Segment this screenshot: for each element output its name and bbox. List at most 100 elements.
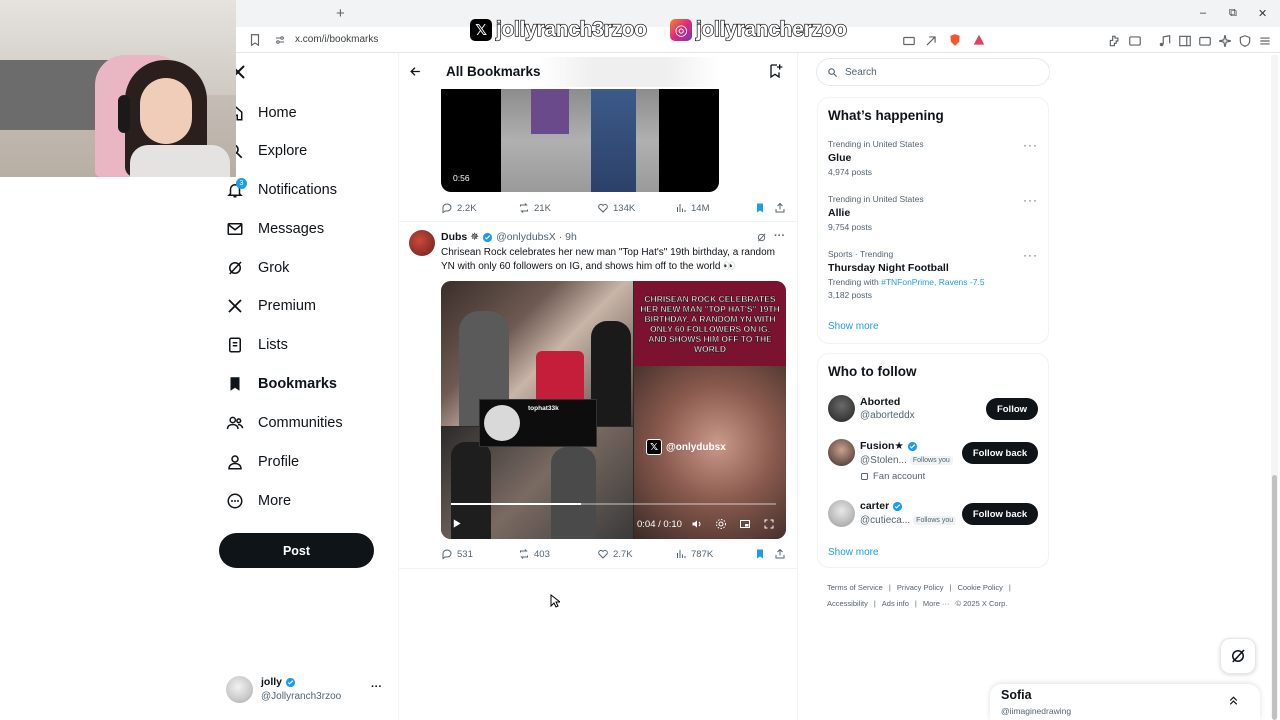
show-more-link[interactable]: Show more xyxy=(828,547,879,558)
tweet-video[interactable]: CHRISEAN ROCK CELEBRATES HER NEW MAN "TO… xyxy=(441,281,786,539)
reply-button[interactable]: 2.2K xyxy=(441,202,477,214)
bookmark-page-icon[interactable] xyxy=(248,33,262,47)
nav-more[interactable]: More xyxy=(226,486,291,516)
bookmarked-icon[interactable] xyxy=(754,548,766,560)
footer-link[interactable]: Terms of Service xyxy=(827,583,883,592)
footer-link[interactable]: Cookie Policy xyxy=(957,583,1002,592)
avatar[interactable] xyxy=(828,395,855,422)
trend-with-tags[interactable]: #TNFonPrime, Ravens -7.5 xyxy=(881,277,984,287)
nav-communities-label: Communities xyxy=(258,415,343,431)
grok-icon xyxy=(229,261,242,275)
scrollbar-thumb[interactable] xyxy=(1272,475,1277,720)
extensions-icon[interactable] xyxy=(1108,34,1122,48)
footer-link[interactable]: Accessibility xyxy=(827,599,868,608)
menu-icon[interactable] xyxy=(1258,34,1272,48)
footer-link[interactable]: Privacy Policy xyxy=(897,583,944,592)
nav-home[interactable]: Home xyxy=(226,98,297,128)
wallet-icon[interactable] xyxy=(1128,34,1142,48)
footer-link[interactable]: More ··· xyxy=(923,599,950,608)
messages-drawer[interactable]: Sofia @iimaginedrawing xyxy=(990,684,1260,720)
nav-messages[interactable]: Messages xyxy=(226,214,324,244)
follow-user-name[interactable]: Aborted xyxy=(860,396,900,408)
avatar[interactable] xyxy=(828,439,855,466)
bookmarked-icon[interactable] xyxy=(754,202,766,214)
post-button[interactable]: Post xyxy=(219,533,374,568)
grok-floating-button[interactable] xyxy=(1220,638,1256,674)
trend-more-icon[interactable]: ··· xyxy=(1023,248,1038,262)
expand-chevron-icon[interactable] xyxy=(1227,694,1240,707)
views-button[interactable]: 14M xyxy=(675,202,709,214)
follow-button[interactable]: Follow xyxy=(986,398,1038,420)
media-caption: CHRISEAN ROCK CELEBRATES HER NEW MAN "TO… xyxy=(640,293,780,354)
reply-button[interactable]: 531 xyxy=(441,548,473,560)
repost-button[interactable]: 21K xyxy=(518,202,551,214)
search-input[interactable]: Search xyxy=(816,58,1050,86)
rewards-icon[interactable] xyxy=(972,33,986,47)
nav-grok[interactable]: Grok xyxy=(226,253,289,283)
tweet-time[interactable]: · 9h xyxy=(559,231,577,243)
url-text[interactable]: x.com/i/bookmarks xyxy=(295,34,378,45)
volume-icon[interactable] xyxy=(691,518,703,530)
video-progress-fill xyxy=(451,503,581,505)
trend-more-icon[interactable]: ··· xyxy=(1023,193,1038,207)
views-button[interactable]: 787K xyxy=(675,548,713,560)
nav-lists[interactable]: Lists xyxy=(226,330,288,360)
music-icon[interactable] xyxy=(1158,34,1172,48)
nav-explore[interactable]: Explore xyxy=(226,136,307,166)
share-icon[interactable] xyxy=(774,202,786,214)
picture-in-picture-icon[interactable] xyxy=(739,518,751,530)
avatar[interactable] xyxy=(828,500,855,527)
author-handle[interactable]: @onlydubsX xyxy=(496,231,556,243)
settings-gear-icon[interactable] xyxy=(715,518,727,530)
sidebar-icon[interactable] xyxy=(1178,34,1192,48)
account-switcher[interactable]: jolly @Jollyranch3rzoo ··· xyxy=(226,674,386,706)
repost-button[interactable]: 403 xyxy=(518,548,550,560)
divider xyxy=(399,568,797,569)
trend-name[interactable]: Glue xyxy=(828,152,851,164)
trend-posts: 3,182 posts xyxy=(828,290,872,300)
more-options-icon[interactable]: ··· xyxy=(774,230,785,242)
show-more-link[interactable]: Show more xyxy=(828,321,879,332)
account-more-icon[interactable]: ··· xyxy=(371,681,382,693)
author-name[interactable]: Dubs xyxy=(441,231,467,243)
video-progress-track[interactable] xyxy=(451,503,776,505)
footer-link[interactable]: Ads info xyxy=(882,599,909,608)
fullscreen-icon[interactable] xyxy=(763,518,775,530)
new-tab-button[interactable]: + xyxy=(336,5,345,22)
minimize-button[interactable]: – xyxy=(1200,7,1206,19)
like-button[interactable]: 2.7K xyxy=(597,548,633,560)
grok-icon[interactable] xyxy=(756,232,767,243)
heart-icon xyxy=(598,549,608,559)
nav-bookmarks[interactable]: Bookmarks xyxy=(226,369,337,399)
share-icon[interactable] xyxy=(774,548,786,560)
share-icon[interactable] xyxy=(924,34,938,48)
divider xyxy=(399,221,797,222)
avatar[interactable] xyxy=(409,230,435,256)
wallet-alt-icon[interactable] xyxy=(1198,34,1212,48)
follow-back-button[interactable]: Follow back xyxy=(962,442,1038,464)
maximize-button[interactable]: ⧉ xyxy=(1229,7,1237,20)
sparkle-icon[interactable] xyxy=(1218,34,1232,48)
tweet-video[interactable]: 0:56 xyxy=(441,89,719,192)
brave-shield-icon[interactable] xyxy=(948,33,962,47)
nav-communities[interactable]: Communities xyxy=(226,408,343,438)
back-arrow-icon[interactable] xyxy=(409,65,422,78)
follow-user-name[interactable]: Fusion★ xyxy=(860,440,918,452)
add-bookmark-folder-icon[interactable] xyxy=(767,63,783,79)
like-button[interactable]: 134K xyxy=(597,202,635,214)
vpn-icon[interactable] xyxy=(1238,34,1252,48)
cast-icon[interactable] xyxy=(902,34,916,48)
scrollbar-track[interactable] xyxy=(1271,55,1278,720)
trend-name[interactable]: Thursday Night Football xyxy=(828,262,949,274)
play-icon[interactable] xyxy=(451,518,462,529)
nav-premium[interactable]: Premium xyxy=(226,291,316,321)
timeline-column: All Bookmarks 0:56 2.2K 21K 134K 14M Dub… xyxy=(398,53,798,720)
follow-back-button[interactable]: Follow back xyxy=(962,503,1038,525)
follow-user-name[interactable]: carter xyxy=(860,500,903,512)
trend-name[interactable]: Allie xyxy=(828,207,850,219)
site-settings-icon[interactable] xyxy=(274,34,286,46)
nav-profile[interactable]: Profile xyxy=(226,447,299,477)
trend-more-icon[interactable]: ··· xyxy=(1023,138,1038,152)
avatar xyxy=(484,405,520,441)
close-window-button[interactable]: ✕ xyxy=(1258,7,1267,20)
